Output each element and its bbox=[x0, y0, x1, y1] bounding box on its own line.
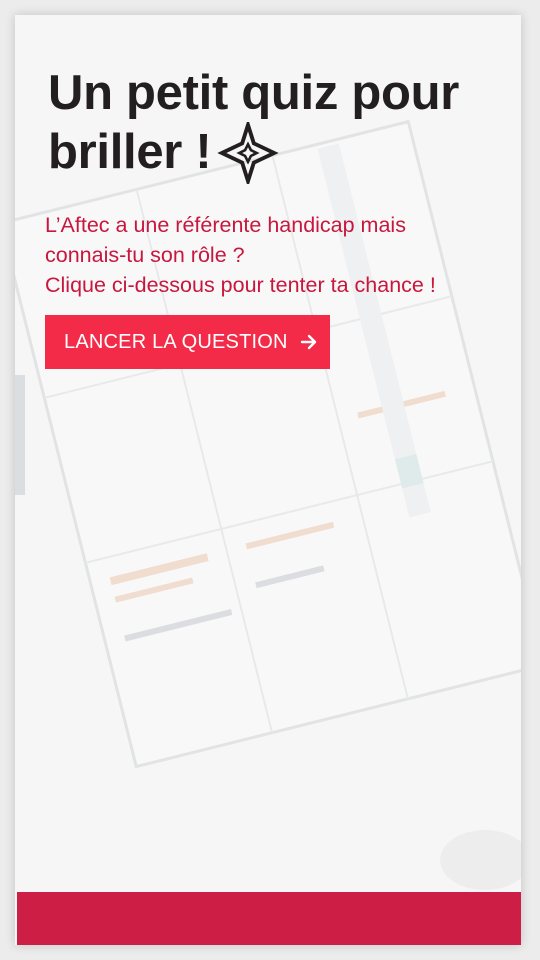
sparkle-diamond-icon bbox=[217, 122, 280, 184]
footer-accent-band bbox=[17, 892, 521, 945]
launch-question-label: LANCER LA QUESTION bbox=[64, 330, 288, 353]
page-title: Un petit quiz pour briller ! bbox=[48, 65, 498, 184]
subtitle-line: Clique ci-dessous pour tenter ta chance … bbox=[45, 273, 436, 297]
launch-question-button[interactable]: LANCER LA QUESTION bbox=[45, 315, 330, 369]
subtitle-line: connais-tu son rôle ? bbox=[45, 243, 245, 267]
story-card: Un petit quiz pour briller ! L’Aftec a u… bbox=[15, 15, 521, 945]
subtitle-line: L’Aftec a une référente handicap mais bbox=[45, 213, 406, 237]
arrow-right-icon bbox=[300, 334, 316, 350]
quiz-intro: Un petit quiz pour briller ! L’Aftec a u… bbox=[45, 65, 498, 369]
quiz-subtitle: L’Aftec a une référente handicap mais co… bbox=[45, 210, 505, 300]
